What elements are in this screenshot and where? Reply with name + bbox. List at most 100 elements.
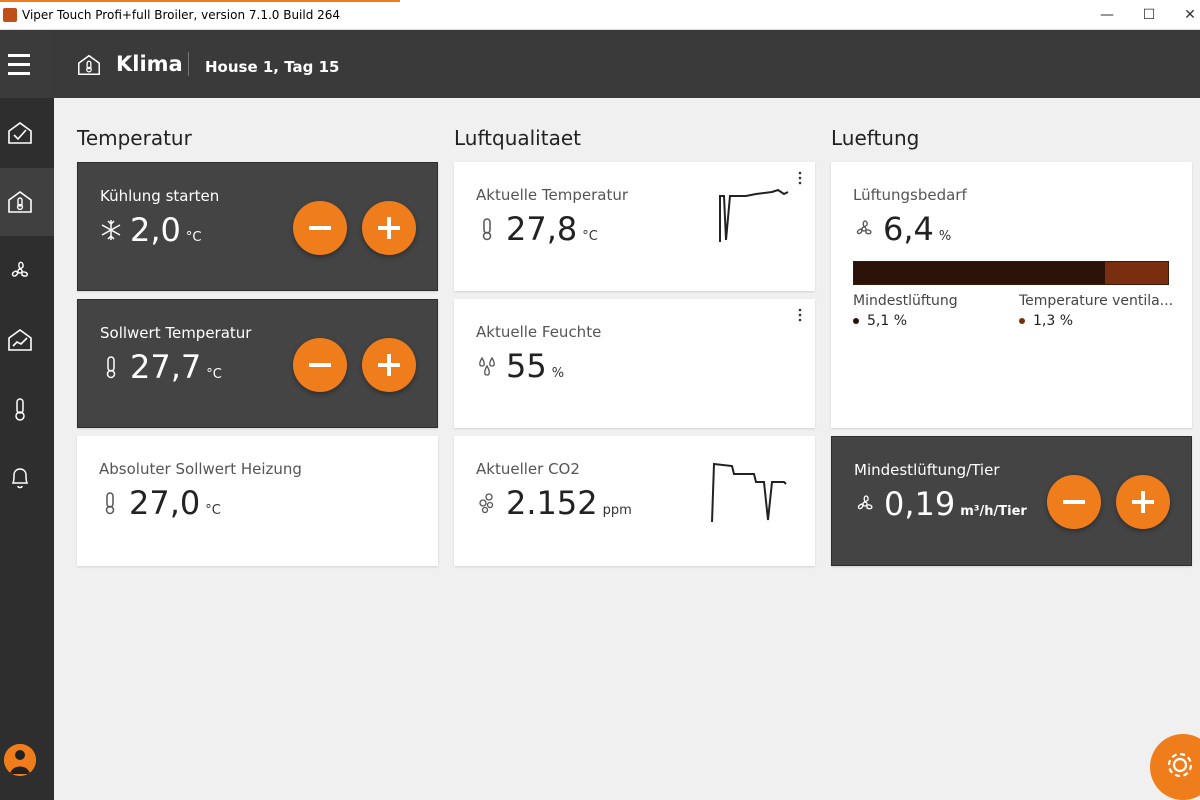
settings-fab-button[interactable] xyxy=(1150,734,1200,800)
droplets-icon xyxy=(479,356,495,376)
house-day-subtitle: House 1, Tag 15 xyxy=(205,58,340,76)
section-title-temperatur: Temperatur xyxy=(77,126,192,150)
min-ventilation-legend-text: 5,1 % xyxy=(867,313,908,329)
section-title-luftqualitaet: Luftqualitaet xyxy=(454,126,581,150)
heating-setpoint-card: Absoluter Sollwert Heizung 27,0 °C xyxy=(77,436,438,566)
heating-setpoint-value: 27,0 xyxy=(129,484,201,522)
minus-icon xyxy=(309,226,331,230)
window-title: Viper Touch Profi+full Broiler, version … xyxy=(22,8,341,22)
more-options-icon[interactable] xyxy=(797,308,803,322)
current-temperature-label: Aktuelle Temperatur xyxy=(476,186,629,204)
current-temperature-card[interactable]: Aktuelle Temperatur 27,8 °C xyxy=(454,162,815,291)
user-avatar-icon xyxy=(4,744,36,776)
min-ventilation-increase-button[interactable] xyxy=(1116,475,1170,529)
fan-icon xyxy=(856,220,872,235)
sidebar-item-temperature[interactable] xyxy=(0,375,54,443)
ventilation-demand-bar xyxy=(853,261,1169,285)
current-humidity-unit: % xyxy=(551,366,565,381)
maximize-button[interactable]: ☐ xyxy=(1137,4,1161,26)
temperature-sparkline xyxy=(719,188,789,242)
snowflake-icon xyxy=(101,220,121,240)
fan-icon xyxy=(11,261,28,277)
plus-icon xyxy=(1132,491,1154,513)
sidebar-item-overview[interactable] xyxy=(0,99,54,167)
sidebar xyxy=(0,30,54,800)
cooling-start-unit: °C xyxy=(185,230,202,245)
header-divider xyxy=(188,52,189,76)
minimize-button[interactable]: — xyxy=(1095,4,1119,26)
current-humidity-value: 55 xyxy=(506,347,547,385)
setpoint-temperature-label: Sollwert Temperatur xyxy=(100,324,252,342)
thermometer-icon xyxy=(105,492,115,515)
setpoint-temperature-card: Sollwert Temperatur 27,7 °C xyxy=(77,299,438,428)
ventilation-demand-value: 6,4 xyxy=(883,210,934,248)
min-ventilation-per-animal-unit: m³/h/Tier xyxy=(960,504,1027,519)
ventilation-demand-label: Lüftungsbedarf xyxy=(853,186,967,204)
gear-icon xyxy=(1167,752,1193,778)
title-accent-bar xyxy=(0,0,400,2)
sidebar-item-klima[interactable] xyxy=(0,168,54,236)
min-ventilation-per-animal-card: Mindestlüftung/Tier 0,19 m³/h/Tier xyxy=(831,436,1192,566)
graph-icon xyxy=(8,329,32,351)
sidebar-item-graphs[interactable] xyxy=(0,306,54,374)
co2-sparkline xyxy=(711,462,787,523)
thermometer-icon xyxy=(15,398,25,421)
sidebar-item-alarms[interactable] xyxy=(0,444,54,512)
current-co2-label: Aktueller CO2 xyxy=(476,460,580,478)
current-co2-value: 2.152 xyxy=(506,484,598,522)
current-temperature-value: 27,8 xyxy=(506,210,578,248)
heating-setpoint-label: Absoluter Sollwert Heizung xyxy=(99,460,302,478)
dashboard-check-icon xyxy=(8,122,32,144)
plus-icon xyxy=(378,354,400,376)
current-humidity-label: Aktuelle Feuchte xyxy=(476,323,602,341)
min-ventilation-decrease-button[interactable] xyxy=(1047,475,1101,529)
app-icon xyxy=(3,8,17,22)
min-ventilation-legend-label: Mindestlüftung xyxy=(853,293,958,309)
min-ventilation-legend-value: 5,1 % xyxy=(853,313,907,329)
sidebar-item-ventilation[interactable] xyxy=(0,237,54,305)
cooling-decrease-button[interactable] xyxy=(293,201,347,255)
current-humidity-card[interactable]: Aktuelle Feuchte 55 % xyxy=(454,299,815,428)
ventilation-demand-card[interactable]: Lüftungsbedarf 6,4 % Mindestlüftung 5,1 … xyxy=(831,162,1192,428)
legend-dot xyxy=(1019,318,1025,324)
bell-icon xyxy=(11,468,29,489)
heating-setpoint-unit: °C xyxy=(205,503,221,518)
cooling-start-value: 2,0 xyxy=(130,211,181,249)
plus-icon xyxy=(378,217,400,239)
ventilation-demand-unit: % xyxy=(938,229,952,244)
thermometer-icon xyxy=(482,218,492,241)
bubbles-icon xyxy=(479,493,494,514)
section-title-lueftung: Lueftung xyxy=(831,126,920,150)
fan-icon xyxy=(857,495,873,510)
window-titlebar: Viper Touch Profi+full Broiler, version … xyxy=(0,0,1200,30)
current-co2-unit: ppm xyxy=(602,503,632,518)
current-co2-card[interactable]: Aktueller CO2 2.152 ppm xyxy=(454,436,815,566)
setpoint-temperature-value: 27,7 xyxy=(130,348,202,386)
minus-icon xyxy=(1063,500,1085,504)
min-ventilation-per-animal-value: 0,19 xyxy=(884,485,956,523)
current-temperature-unit: °C xyxy=(582,229,598,244)
legend-dot xyxy=(853,318,859,324)
setpoint-decrease-button[interactable] xyxy=(293,338,347,392)
more-options-icon[interactable] xyxy=(797,171,803,185)
temperature-ventilation-legend-label: Temperature ventila... xyxy=(1019,293,1174,309)
page-header: Klima House 1, Tag 15 xyxy=(54,30,1200,98)
hamburger-menu-button[interactable] xyxy=(0,30,54,98)
cooling-start-label: Kühlung starten xyxy=(100,187,220,205)
minus-icon xyxy=(309,363,331,367)
cooling-increase-button[interactable] xyxy=(362,201,416,255)
cooling-start-card: Kühlung starten 2,0 °C xyxy=(77,162,438,291)
setpoint-temperature-unit: °C xyxy=(206,367,222,382)
setpoint-increase-button[interactable] xyxy=(362,338,416,392)
user-avatar[interactable] xyxy=(4,744,36,776)
close-button[interactable]: ✕ xyxy=(1178,4,1200,26)
house-thermometer-icon xyxy=(78,54,100,76)
temperature-ventilation-legend-value: 1,3 % xyxy=(1019,313,1073,329)
hamburger-icon xyxy=(8,54,30,75)
temperature-ventilation-legend-text: 1,3 % xyxy=(1033,313,1074,329)
thermometer-icon xyxy=(106,356,116,379)
house-thermometer-icon xyxy=(8,191,32,213)
min-ventilation-per-animal-label: Mindestlüftung/Tier xyxy=(854,461,1000,479)
page-title: Klima xyxy=(116,52,183,76)
ventilation-demand-bar-fill xyxy=(854,262,1106,284)
